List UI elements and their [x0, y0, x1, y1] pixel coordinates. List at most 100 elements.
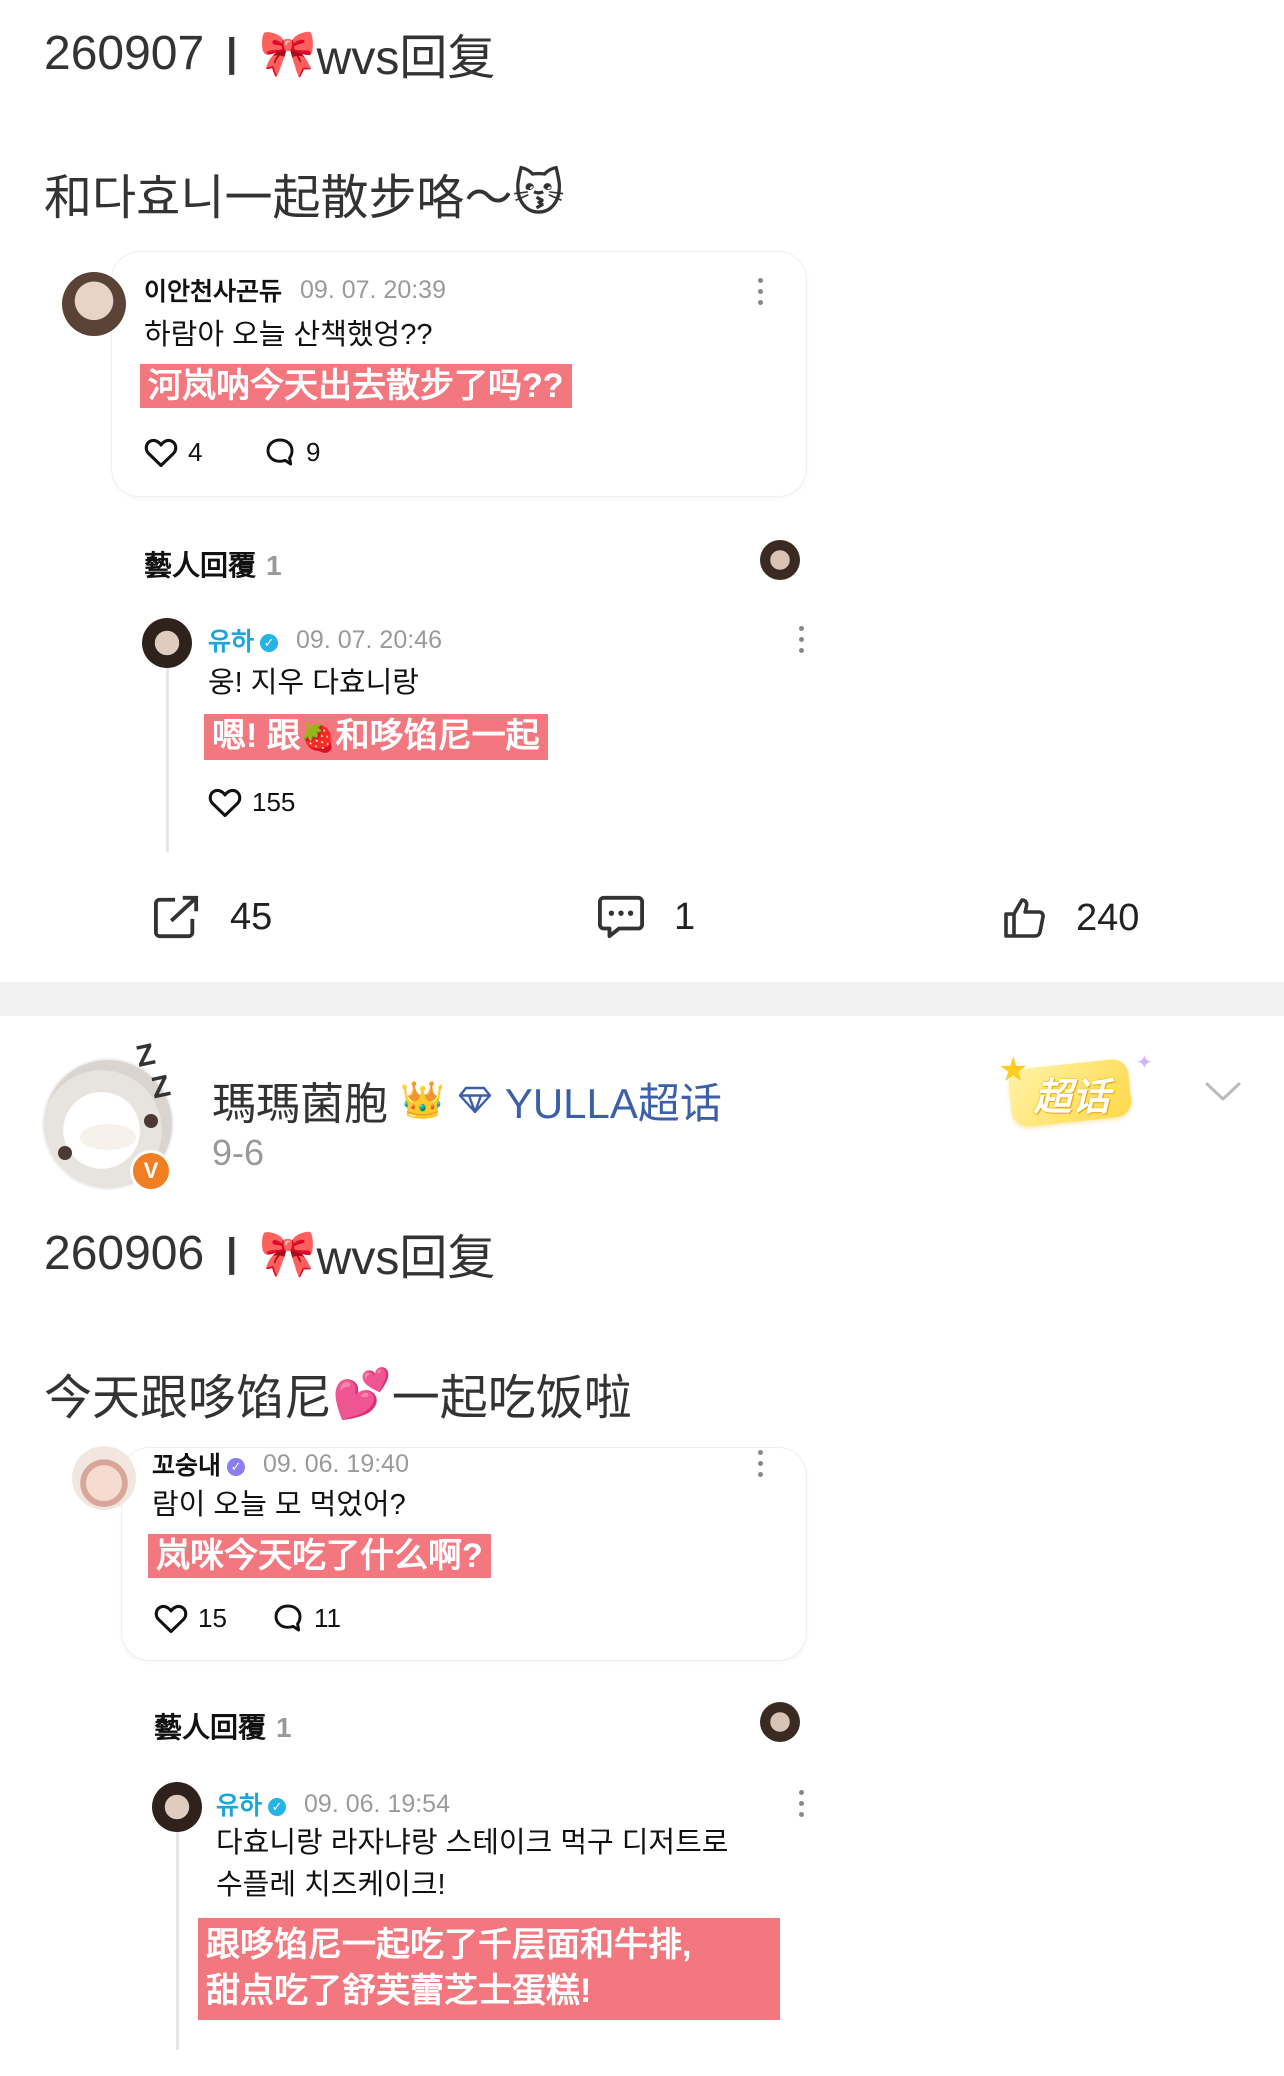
- post1-header: 260907 | 🎀 wvs回复: [44, 18, 495, 88]
- sparkle-icon: ✦: [1136, 1052, 1153, 1074]
- post1-text: 和다효니一起散步咯～ 😽: [44, 158, 565, 228]
- comment-icon: [598, 895, 644, 939]
- post2-text-a: 今天跟哆馅尼: [44, 1372, 333, 1425]
- artist-name-text: 유하: [216, 1792, 263, 1820]
- crown-icon: 👑: [400, 1079, 445, 1120]
- post2-reply-translation-line1: 跟哆馅尼一起吃了千层面和牛排,: [206, 1926, 692, 1964]
- post1-comment-body: 하람아 오늘 산책했엉??: [144, 319, 433, 351]
- verified-icon: ✓: [268, 1798, 287, 1817]
- commenter-avatar[interactable]: [62, 272, 126, 336]
- reply-thread-line: [166, 656, 169, 852]
- artist-avatar-small[interactable]: [760, 540, 800, 580]
- more-options-icon[interactable]: [757, 1450, 763, 1477]
- post2-reply-body-line2: 수플레 치즈케이크!: [216, 1869, 446, 1901]
- post2-text-b: 一起吃饭啦: [391, 1372, 632, 1425]
- post1-comment-like[interactable]: 4: [144, 436, 202, 468]
- reply-count: 11: [314, 1602, 341, 1633]
- star-icon: ★: [998, 1051, 1029, 1089]
- post2-comment-body: 람이 오늘 모 먹었어?: [152, 1489, 406, 1521]
- commenter-name-text: 꼬숭내: [152, 1452, 222, 1480]
- post2-header-code: 260906: [44, 1226, 205, 1280]
- post2-header: 260906 | 🎀 wvs回复: [44, 1218, 495, 1288]
- super-topic-label: 超话: [1034, 1077, 1111, 1119]
- share-icon: [154, 895, 199, 939]
- user-name[interactable]: 瑪瑪菌胞: [212, 1068, 388, 1132]
- comment-count: 1: [674, 895, 696, 938]
- reply-more-options-icon[interactable]: [798, 626, 804, 653]
- post1-header-separator: |: [226, 30, 238, 75]
- commenter-name[interactable]: 꼬숭내 ✓: [152, 1446, 246, 1482]
- share-count: 45: [230, 895, 273, 938]
- verified-v-badge: V: [130, 1150, 172, 1192]
- reply-time: 09. 07. 20:46: [296, 625, 442, 654]
- post1-comment-meta: 이안천사곤듀 09. 07. 20:39: [144, 272, 446, 308]
- artist-name[interactable]: 유하 ✓: [208, 622, 279, 658]
- post1-reply-translation-b: 和哆馅尼一起: [335, 717, 540, 755]
- topic-link[interactable]: YULLA超话: [505, 1070, 722, 1131]
- heart-icon: [154, 1604, 188, 1634]
- speech-bubble-icon: [274, 1604, 302, 1632]
- artist-reply-header[interactable]: 藝人回覆 1: [144, 544, 282, 584]
- reply-count: 9: [306, 436, 321, 467]
- like-count: 240: [1076, 896, 1140, 939]
- heart-icon: [144, 438, 178, 468]
- artist-avatar[interactable]: [142, 618, 192, 668]
- post2-reply-translation-box: 跟哆馅尼一起吃了千层面和牛排, 甜点吃了舒芙蕾芝士蛋糕!: [198, 1918, 780, 2020]
- post1-comment-replies[interactable]: 9: [264, 436, 320, 468]
- diamond-icon: [458, 1086, 492, 1114]
- post2-comment-meta: 꼬숭내 ✓ 09. 06. 19:40: [152, 1446, 409, 1482]
- post2-reply-body-line1: 다효니랑 라자냐랑 스테이크 먹구 디저트로: [216, 1827, 729, 1859]
- artist-reply-header[interactable]: 藝人回覆 1: [154, 1706, 292, 1746]
- strawberry-icon: 🍓: [300, 722, 336, 753]
- post2-reply-meta: 유하 ✓ 09. 06. 19:54: [216, 1786, 450, 1822]
- reply-time: 09. 06. 19:54: [304, 1789, 450, 1818]
- post1-reply-translation-a: 嗯! 跟: [212, 717, 301, 755]
- share-button[interactable]: 45: [152, 894, 272, 940]
- speech-bubble-icon: [266, 438, 294, 466]
- chevron-down-icon[interactable]: [1204, 1080, 1242, 1104]
- artist-name[interactable]: 유하 ✓: [216, 1786, 287, 1822]
- reply-thread-line: [176, 1820, 179, 2050]
- verified-icon: ✓: [227, 1458, 246, 1477]
- like-count: 4: [188, 436, 203, 467]
- bow-icon: 🎀: [259, 26, 317, 79]
- two-hearts-icon: 💕: [332, 1367, 392, 1421]
- artist-reply-label: 藝人回覆: [144, 550, 257, 581]
- reply-like-count: 155: [252, 786, 296, 817]
- post1-reply-meta: 유하 ✓ 09. 07. 20:46: [208, 622, 442, 658]
- like-button[interactable]: 240: [1000, 894, 1139, 942]
- post2-text: 今天跟哆馅尼 💕 一起吃饭啦: [44, 1358, 632, 1428]
- post2-header-separator: |: [226, 1230, 238, 1275]
- commenter-name[interactable]: 이안천사곤듀: [144, 272, 282, 308]
- artist-name-text: 유하: [208, 628, 255, 656]
- post-date: 9-6: [212, 1132, 265, 1173]
- post1-reply-like[interactable]: 155: [208, 786, 295, 818]
- artist-avatar-small[interactable]: [760, 1702, 800, 1742]
- post1-header-label: wvs回复: [316, 32, 496, 85]
- artist-reply-label: 藝人回覆: [154, 1712, 267, 1743]
- post1-reply-body: 웅! 지우 다효니랑: [208, 667, 419, 699]
- post1-text-body: 和다효니一起散步咯～: [44, 172, 513, 225]
- post-divider: [0, 982, 1284, 1016]
- comment-time: 09. 06. 19:40: [263, 1449, 409, 1478]
- thumbs-up-icon: [1004, 898, 1045, 938]
- bow-icon: 🎀: [259, 1226, 317, 1279]
- post1-header-code: 260907: [44, 26, 205, 80]
- post1-comment-translation: 河岚呐今天出去散步了吗??: [140, 364, 572, 408]
- super-topic-badge[interactable]: ★ 超话 ✦: [994, 1051, 1153, 1132]
- more-options-icon[interactable]: [757, 278, 763, 305]
- artist-reply-count: 1: [276, 1712, 292, 1743]
- commenter-avatar[interactable]: [72, 1446, 136, 1510]
- cat-kiss-icon: 😽: [512, 165, 565, 221]
- post2-header-label: wvs回复: [316, 1232, 496, 1285]
- post1-reply-translation: 嗯! 跟🍓和哆馅尼一起: [204, 714, 548, 760]
- comment-button[interactable]: 1: [596, 894, 695, 940]
- post2-comment-replies[interactable]: 11: [272, 1602, 341, 1634]
- artist-avatar[interactable]: [152, 1782, 202, 1832]
- reply-more-options-icon[interactable]: [798, 1790, 804, 1817]
- artist-reply-count: 1: [266, 550, 282, 581]
- heart-icon: [208, 788, 242, 818]
- post2-user-line: 瑪瑪菌胞 👑 YULLA超话: [212, 1068, 722, 1132]
- post2-comment-like[interactable]: 15: [154, 1602, 227, 1634]
- post2-comment-translation: 岚咪今天吃了什么啊?: [148, 1534, 491, 1578]
